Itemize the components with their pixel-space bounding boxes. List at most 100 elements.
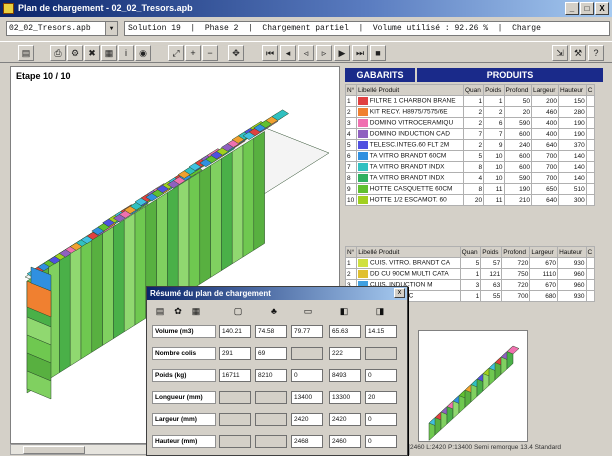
summary-value: 13400	[291, 391, 323, 404]
cell: 700	[530, 150, 559, 162]
open-icon[interactable]: ▤	[18, 45, 34, 61]
play-icon[interactable]: ▶	[334, 45, 350, 61]
cargo-front	[59, 253, 71, 374]
zoom-in-icon[interactable]: +	[185, 45, 201, 61]
column-header[interactable]: C	[585, 246, 596, 258]
summary-value: 13300	[329, 391, 361, 404]
column-header[interactable]: N°	[345, 84, 357, 96]
play-prev-icon[interactable]: ◃	[298, 45, 314, 61]
column-header[interactable]: Quan	[459, 246, 482, 258]
column-header[interactable]: Profond	[501, 246, 531, 258]
file-combo[interactable]: 02_02_Tresors.apb ▼	[6, 21, 118, 36]
summary-value: 2468	[291, 435, 323, 448]
cargo-front	[113, 219, 125, 340]
column-header[interactable]: N°	[344, 246, 358, 258]
info-icon[interactable]: i	[118, 45, 134, 61]
cell	[585, 268, 596, 280]
cell: 680	[529, 290, 559, 302]
column-header[interactable]: Libellé Produit	[355, 84, 464, 96]
first-icon[interactable]: ⏮	[262, 45, 278, 61]
cell: 7	[462, 128, 485, 140]
end-icon[interactable]: ■	[370, 45, 386, 61]
cell: 140	[557, 172, 587, 184]
cell: 11	[483, 194, 505, 206]
color-swatch	[357, 108, 368, 116]
print-icon[interactable]: ⎙	[50, 45, 66, 61]
table-row[interactable]: 1 FILTRE 1 CHARBON BRANE 1 1 50 200 150	[345, 95, 596, 107]
table-row[interactable]: 8 TA VITRO BRANDT INDX 4 10 590 700 140	[345, 172, 596, 184]
prev-icon[interactable]: ◂	[280, 45, 296, 61]
cell: 700	[530, 172, 559, 184]
scroll-thumb[interactable]	[23, 446, 85, 454]
column-header[interactable]: Hauteur	[557, 84, 587, 96]
table-row[interactable]: 9 HOTTE CASQUETTE 60CM 8 11 190 650 510	[345, 183, 596, 195]
cell: 720	[501, 257, 531, 269]
chevron-down-icon[interactable]: ▼	[105, 22, 117, 35]
move-icon[interactable]: ✥	[228, 45, 244, 61]
gabarits-header[interactable]: GABARITS	[345, 68, 415, 82]
column-header[interactable]: Libellé Produit	[356, 246, 461, 258]
toolbar: ▤ ⎙ ⚙ ✖ ▦ i ◉ ⤢ + − ✥ ⏮ ◂ ◃ ▹ ▶ ⏭ ■ ⇲ ⚒?	[0, 41, 612, 63]
products-table: N° Libellé Produit Quan Poids Profond Largeur…	[345, 84, 596, 206]
table-row[interactable]: 4 DOMINO INDUCTION CAD 7 7 600 400 190	[345, 128, 596, 140]
settings-icon[interactable]: ⚙	[67, 45, 83, 61]
open-icon[interactable]: ▤	[153, 304, 167, 318]
cell: 190	[503, 183, 532, 195]
cell: 600	[503, 128, 532, 140]
table-row[interactable]: 3 DOMINO VITROCERAMIQU 2 6 590 400 190	[345, 117, 596, 129]
next-icon[interactable]: ▹	[316, 45, 332, 61]
produits-header[interactable]: PRODUITS	[417, 68, 603, 82]
cell: 7	[345, 161, 357, 173]
table-row[interactable]: 10 HOTTE 1/2 ESCAMOT. 60 20 11 210 640 300	[345, 194, 596, 206]
cell	[585, 117, 596, 129]
cell: 2	[462, 106, 485, 118]
cell: 10	[483, 172, 505, 184]
table-row[interactable]: 7 TA VITRO BRANDT INDX 8 10 600 700 140	[345, 161, 596, 173]
close-button[interactable]: X	[595, 2, 609, 15]
cell	[585, 257, 596, 269]
delete-icon[interactable]: ✖	[84, 45, 100, 61]
column-header[interactable]: Poids	[480, 246, 503, 258]
cargo-front	[199, 164, 211, 285]
cargo-front	[221, 151, 233, 272]
table-row[interactable]: 5 TELESC.INTEG.60 FLT 2M 2 9 240 640 370	[345, 139, 596, 151]
cell: 6	[483, 117, 505, 129]
column-header[interactable]: Hauteur	[557, 246, 587, 258]
dialog-close-button[interactable]: x	[394, 288, 405, 298]
table-row[interactable]: 6 TA VITRO BRANDT 60CM 5 10 600 700 140	[345, 150, 596, 162]
summary-label: Poids (kg)	[152, 369, 216, 382]
table-icon[interactable]: ▦	[101, 45, 117, 61]
column-header[interactable]: Largeur	[529, 246, 559, 258]
cell: 1	[459, 290, 482, 302]
summary-value: 2420	[329, 413, 361, 426]
column-header[interactable]: C	[585, 84, 596, 96]
column-header[interactable]: Quan	[462, 84, 485, 96]
table-row[interactable]: 1 CUIS. VITRO. BRANDT CA 5 57 720 670 930	[344, 257, 596, 269]
export-icon[interactable]: ⇲	[552, 45, 568, 61]
minimize-button[interactable]: _	[565, 2, 579, 15]
column-header[interactable]: Largeur	[530, 84, 559, 96]
help-icon[interactable]: ?	[588, 45, 604, 61]
zoom-fit-icon[interactable]: ⤢	[168, 45, 184, 61]
table-row[interactable]: 2 KIT RECY. H8975/7575/6E 2 2 20 460 280	[345, 106, 596, 118]
column-header[interactable]: Poids	[483, 84, 505, 96]
maximize-button[interactable]: □	[580, 2, 594, 15]
cell: 20	[462, 194, 485, 206]
column-header[interactable]: Profond	[503, 84, 532, 96]
summary-value: 8210	[255, 369, 287, 382]
last-icon[interactable]: ⏭	[352, 45, 368, 61]
summary-dialog: Résumé du plan de chargement x ▤ ✿ ▦ ▢ ♣…	[146, 286, 408, 456]
camera-icon[interactable]: ◉	[135, 45, 151, 61]
table-row[interactable]: 2 DD CU 90CM MULTI CATA 1 121 750 1110 960	[344, 268, 596, 280]
dialog-toolbar: ▤ ✿ ▦ ▢ ♣ ▭ ◧ ◨	[151, 303, 405, 321]
table-icon[interactable]: ▦	[189, 304, 203, 318]
config-icon[interactable]: ⚒	[570, 45, 586, 61]
cell: 140	[557, 150, 587, 162]
settings-icon[interactable]: ✿	[171, 304, 185, 318]
zoom-out-icon[interactable]: −	[202, 45, 218, 61]
cell: 1	[483, 95, 505, 107]
cell: 400	[530, 117, 559, 129]
cell: 720	[501, 279, 531, 291]
cell: 700	[501, 290, 531, 302]
product-label: DOMINO VITROCERAMIQU	[355, 117, 464, 129]
